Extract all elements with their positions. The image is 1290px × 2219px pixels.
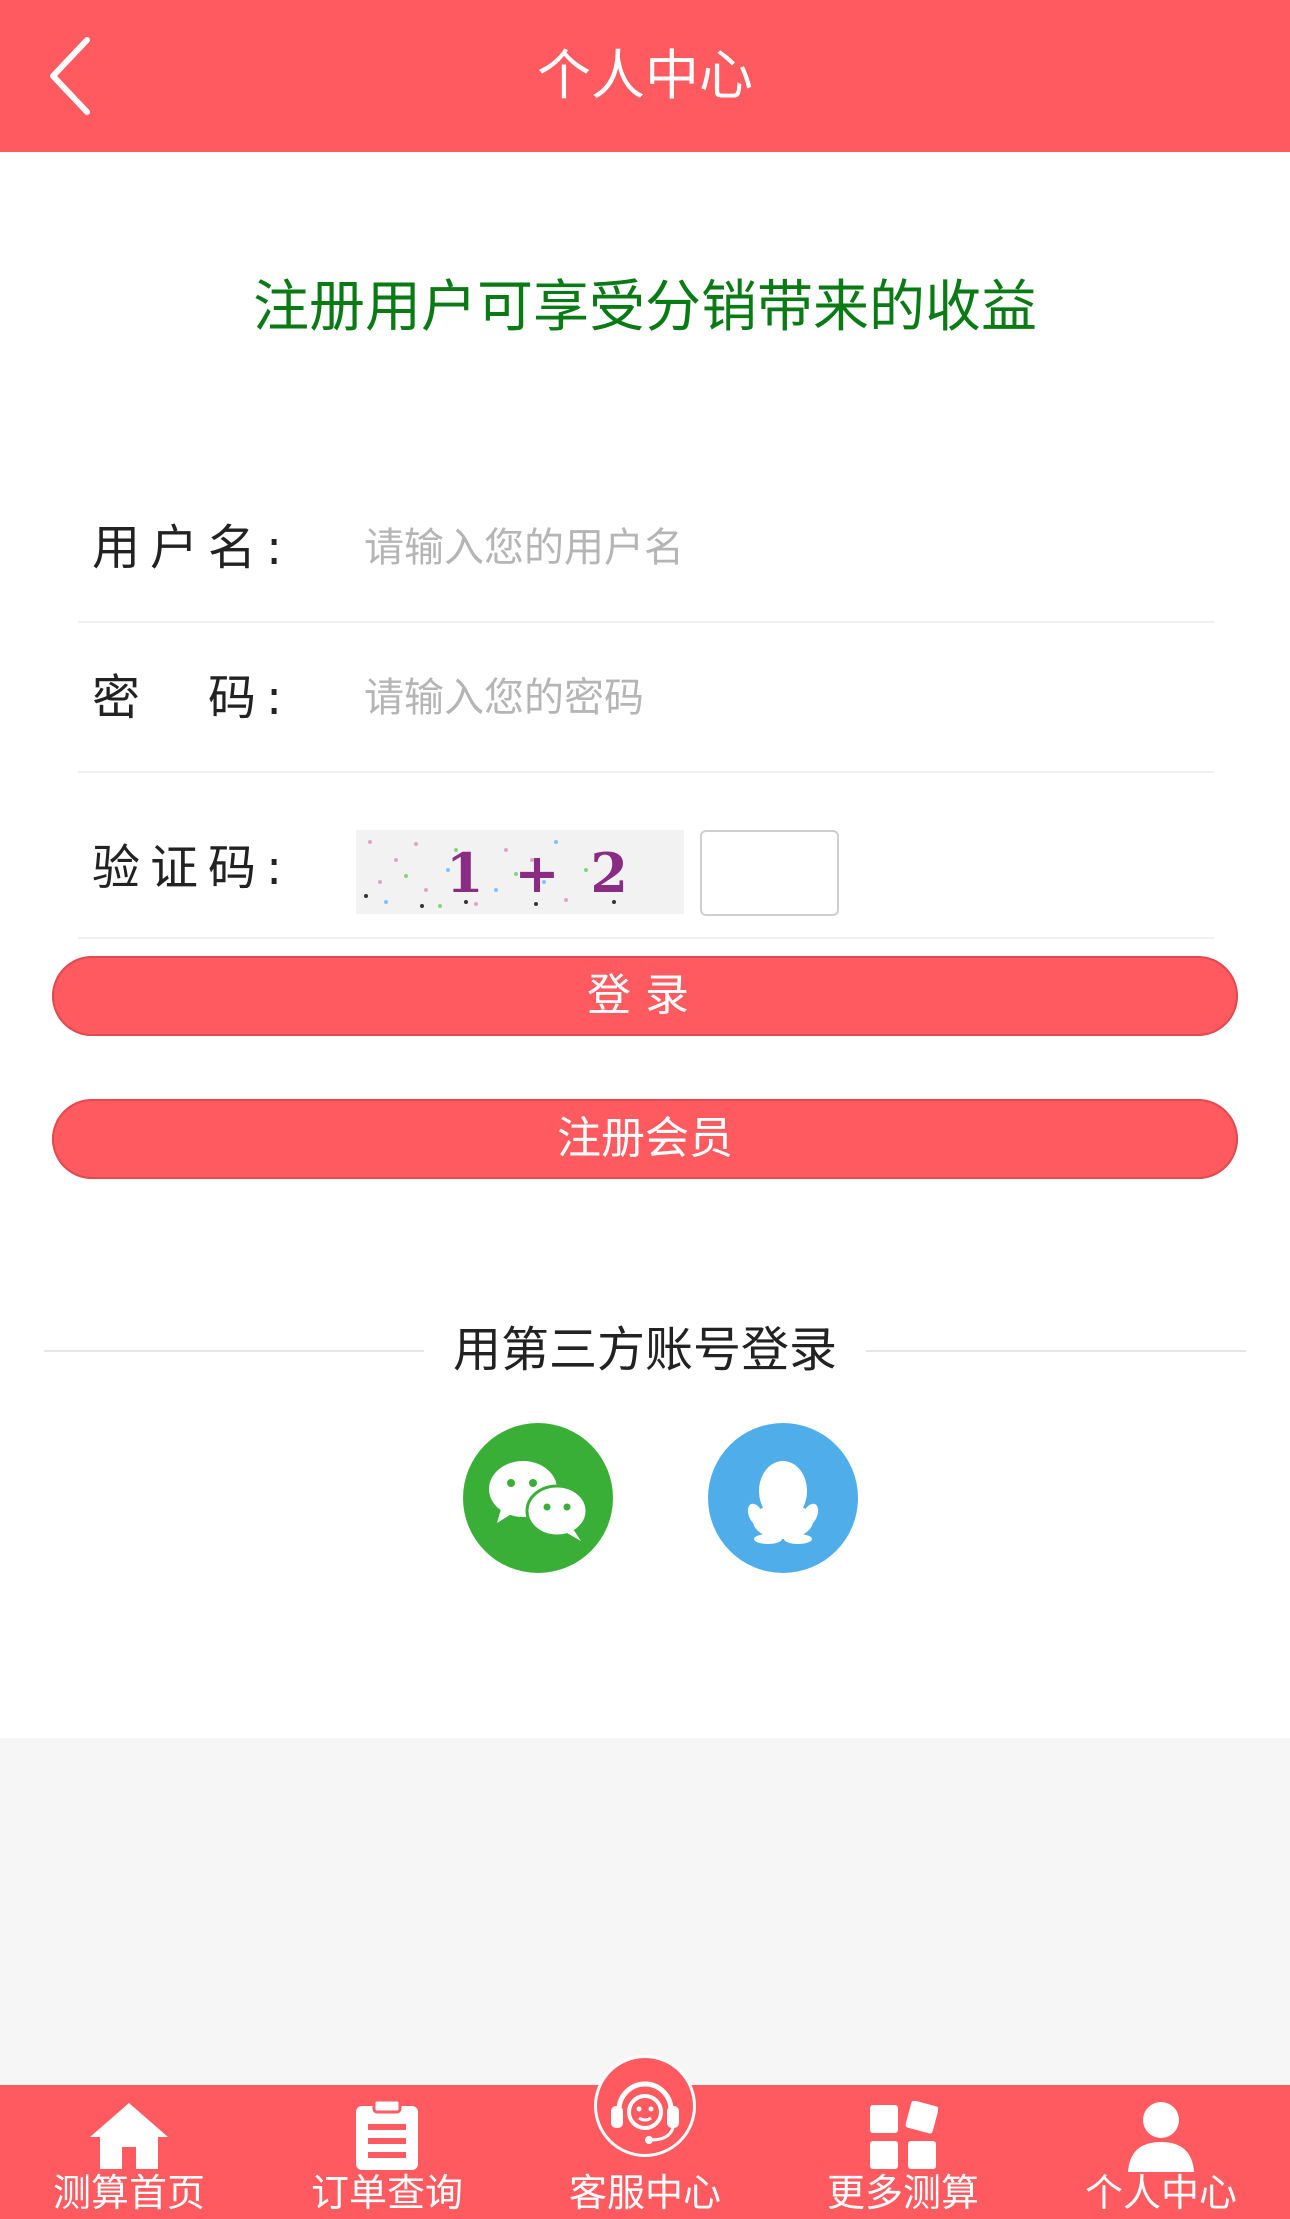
home-icon xyxy=(90,2103,168,2169)
login-panel: 注册用户可享受分销带来的收益 用户名: 请输入您的用户名 密 码: 请输入您的密… xyxy=(0,152,1290,1738)
tab-profile[interactable]: 个人中心 xyxy=(1032,2085,1290,2219)
bottom-tab-bar: 测算首页 订单查询 客服中心 更多测算 个人中心 xyxy=(0,2055,1290,2219)
username-input[interactable]: 请输入您的用户名 xyxy=(364,473,684,623)
username-row: 用户名: 请输入您的用户名 xyxy=(78,473,1214,623)
page-title: 个人中心 xyxy=(537,44,753,107)
promo-text: 注册用户可享受分销带来的收益 xyxy=(253,275,1037,340)
password-row: 密 码: 请输入您的密码 xyxy=(78,623,1214,773)
captcha-image[interactable]: 1 + 2 = xyxy=(356,830,684,914)
register-button[interactable]: 注册会员 xyxy=(52,1099,1238,1179)
clipboard-icon xyxy=(356,2100,418,2170)
captcha-input[interactable] xyxy=(700,830,839,916)
captcha-expression: 1 + 2 = xyxy=(446,841,634,914)
tab-more-label: 更多测算 xyxy=(826,2171,979,2215)
third-party-login-header: 用第三方账号登录 xyxy=(44,1315,1246,1385)
tab-orders-label: 订单查询 xyxy=(310,2171,463,2215)
wechat-login-button[interactable] xyxy=(463,1423,613,1573)
password-input[interactable]: 请输入您的密码 xyxy=(364,623,644,773)
headset-icon xyxy=(611,2081,679,2144)
password-label: 密 码: xyxy=(92,670,293,726)
tab-more[interactable]: 更多测算 xyxy=(774,2085,1032,2219)
username-label: 用户名: xyxy=(92,520,293,576)
tab-service[interactable]: 客服中心 xyxy=(516,2055,774,2219)
tab-orders[interactable]: 订单查询 xyxy=(258,2085,516,2219)
grid-icon xyxy=(870,2101,938,2169)
divider-right xyxy=(866,1350,1246,1352)
tab-home[interactable]: 测算首页 xyxy=(0,2085,258,2219)
user-icon xyxy=(1128,2102,1194,2172)
tab-home-label: 测算首页 xyxy=(52,2171,205,2215)
captcha-row: 验证码: 1 + 2 xyxy=(78,773,1214,939)
qq-icon xyxy=(747,1461,819,1544)
tab-service-label: 客服中心 xyxy=(568,2171,721,2215)
qq-login-button[interactable] xyxy=(708,1423,858,1573)
tab-profile-label: 个人中心 xyxy=(1084,2171,1237,2215)
login-button[interactable]: 登录 xyxy=(52,956,1238,1036)
service-bubble xyxy=(594,2055,696,2157)
top-header: 个人中心 xyxy=(0,0,1290,152)
captcha-label: 验证码: xyxy=(92,840,293,896)
wechat-icon xyxy=(489,1461,589,1541)
